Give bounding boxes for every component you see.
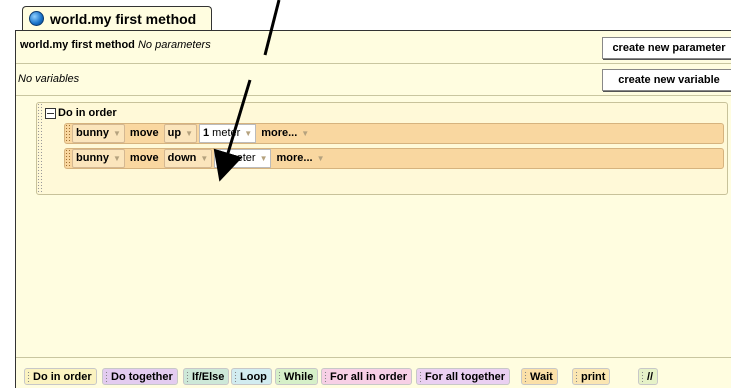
control-palette: Do in order Do together If/Else Loop Whi… — [16, 357, 731, 390]
statement-grip[interactable] — [65, 124, 70, 143]
create-new-parameter-button[interactable]: create new parameter — [602, 37, 731, 59]
dropdown-arrow-icon: ▼ — [316, 154, 325, 163]
object-label: bunny — [76, 152, 109, 164]
more-dropdown[interactable]: more... ▼ — [273, 150, 327, 167]
dropdown-arrow-icon: ▼ — [259, 154, 268, 163]
palette-loop[interactable]: Loop — [231, 368, 272, 385]
more-dropdown[interactable]: more... ▼ — [258, 125, 312, 142]
do-in-order-header: Do in order — [45, 107, 117, 119]
drag-grip[interactable] — [37, 103, 42, 194]
do-in-order-block[interactable]: Do in order bunny ▼ move up ▼ 1 meter ▼ — [36, 102, 728, 195]
object-dropdown[interactable]: bunny ▼ — [72, 149, 125, 168]
variables-row: No variables create new variable — [16, 63, 731, 96]
palette-if-else[interactable]: If/Else — [183, 368, 230, 385]
params-note: No parameters — [137, 39, 211, 51]
object-label: bunny — [76, 127, 109, 139]
amount-unit: meter — [227, 152, 256, 164]
variables-note: No variables — [18, 73, 80, 85]
statement-grip[interactable] — [65, 149, 70, 168]
method-name: world.my first method — [20, 39, 135, 51]
world-icon — [29, 11, 44, 26]
collapse-icon[interactable] — [45, 107, 56, 119]
do-in-order-label: Do in order — [58, 107, 117, 119]
tab-title: world.my first method — [50, 10, 197, 27]
dropdown-arrow-icon: ▼ — [200, 154, 209, 163]
method-tab[interactable]: world.my first method — [22, 6, 212, 30]
more-label: more... — [261, 127, 298, 139]
method-editor: world.my first method No parameters crea… — [15, 30, 731, 388]
dropdown-arrow-icon: ▼ — [185, 129, 194, 138]
method-label: move — [129, 152, 159, 164]
palette-print[interactable]: print — [572, 368, 611, 385]
direction-label: down — [167, 152, 197, 164]
amount-dropdown[interactable]: 1 meter ▼ — [199, 124, 257, 143]
method-header: world.my first method No parameters crea… — [16, 31, 731, 64]
palette-while[interactable]: While — [275, 368, 319, 385]
dropdown-arrow-icon: ▼ — [113, 129, 121, 138]
palette-do-in-order[interactable]: Do in order — [24, 368, 97, 385]
palette-for-all-together[interactable]: For all together — [416, 368, 511, 385]
palette-for-all-in-order[interactable]: For all in order — [321, 368, 413, 385]
palette-comment[interactable]: // — [638, 368, 659, 385]
amount-unit: meter — [212, 127, 241, 139]
amount-value: 1 — [203, 127, 210, 139]
create-new-variable-button[interactable]: create new variable — [602, 69, 731, 91]
dropdown-arrow-icon: ▼ — [244, 129, 253, 138]
more-label: more... — [276, 152, 313, 164]
object-dropdown[interactable]: bunny ▼ — [72, 124, 125, 143]
amount-dropdown[interactable]: 1 meter ▼ — [214, 149, 272, 168]
method-label: move — [129, 127, 159, 139]
method-title: world.my first method No parameters — [20, 39, 211, 51]
statement-move-down[interactable]: bunny ▼ move down ▼ 1 meter ▼ more... ▼ — [64, 148, 724, 169]
statement-move-up[interactable]: bunny ▼ move up ▼ 1 meter ▼ more... ▼ — [64, 123, 724, 144]
direction-label: up — [167, 127, 182, 139]
dropdown-arrow-icon: ▼ — [113, 154, 121, 163]
code-area[interactable]: Do in order bunny ▼ move up ▼ 1 meter ▼ — [16, 95, 731, 357]
amount-value: 1 — [218, 152, 225, 164]
palette-wait[interactable]: Wait — [521, 368, 558, 385]
dropdown-arrow-icon: ▼ — [301, 129, 310, 138]
palette-do-together[interactable]: Do together — [102, 368, 178, 385]
direction-dropdown[interactable]: down ▼ — [163, 149, 213, 168]
direction-dropdown[interactable]: up ▼ — [163, 124, 198, 143]
